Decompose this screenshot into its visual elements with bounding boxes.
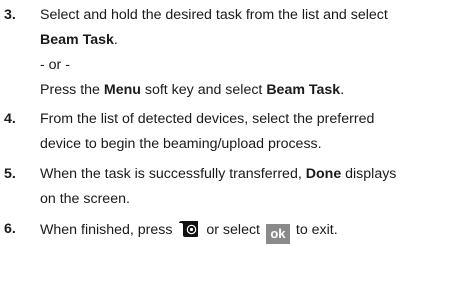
manual-page: 3. Select and hold the desired task from… [0,0,455,288]
bold-term: Menu [103,82,141,98]
step-text-line: Beam Task. [40,32,118,48]
step-number: 5. [4,166,16,182]
step-text-line: When finished, press or select ok to exi… [40,220,455,244]
ok-key-icon: ok [265,224,290,244]
step-text-line: When the task is successfully transferre… [40,166,397,182]
end-key-icon [178,220,200,238]
step-number: 3. [4,7,16,23]
step-text-line: Select and hold the desired task from th… [40,7,388,23]
bold-term: Done [305,166,342,182]
step-text-line: From the list of detected devices, selec… [40,111,375,127]
step-number: 4. [4,111,16,127]
step-number: 6. [4,221,16,237]
step-text-line: device to begin the beaming/upload proce… [40,136,322,152]
step-text-line: Press the Menu soft key and select Beam … [40,82,345,98]
or-separator: - or - [40,57,70,73]
step-text-line: on the screen. [40,191,130,207]
bold-term: Beam Task [40,32,114,48]
bold-term: Beam Task [266,82,341,98]
